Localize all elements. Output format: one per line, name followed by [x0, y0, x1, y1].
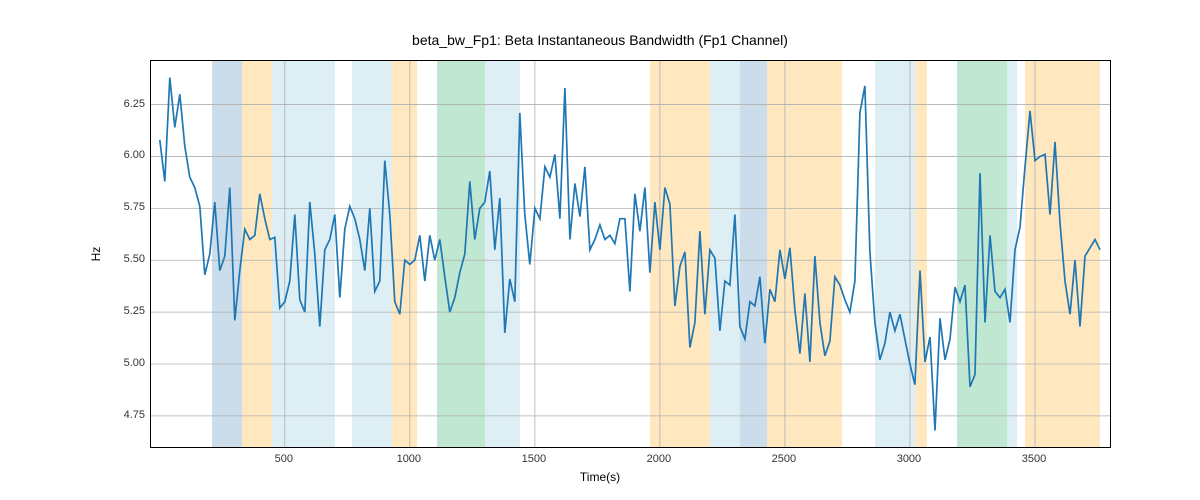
y-tick: 6.25	[124, 98, 145, 110]
x-tick: 500	[275, 453, 293, 465]
x-tick: 1000	[397, 453, 421, 465]
y-tick: 5.25	[124, 305, 145, 317]
y-axis-label: Hz	[89, 247, 103, 262]
y-tick: 5.00	[124, 357, 145, 369]
y-tick: 5.50	[124, 253, 145, 265]
y-tick: 5.75	[124, 201, 145, 213]
y-tick: 6.00	[124, 149, 145, 161]
y-tick: 4.75	[124, 409, 145, 421]
chart-title: beta_bw_Fp1: Beta Instantaneous Bandwidt…	[0, 32, 1200, 48]
x-axis-label: Time(s)	[0, 470, 1200, 484]
plot-area	[150, 60, 1111, 448]
x-tick: 2000	[647, 453, 671, 465]
x-tick: 3500	[1022, 453, 1046, 465]
x-tick: 2500	[772, 453, 796, 465]
x-tick: 3000	[897, 453, 921, 465]
data-line	[151, 61, 1110, 447]
x-tick: 1500	[522, 453, 546, 465]
